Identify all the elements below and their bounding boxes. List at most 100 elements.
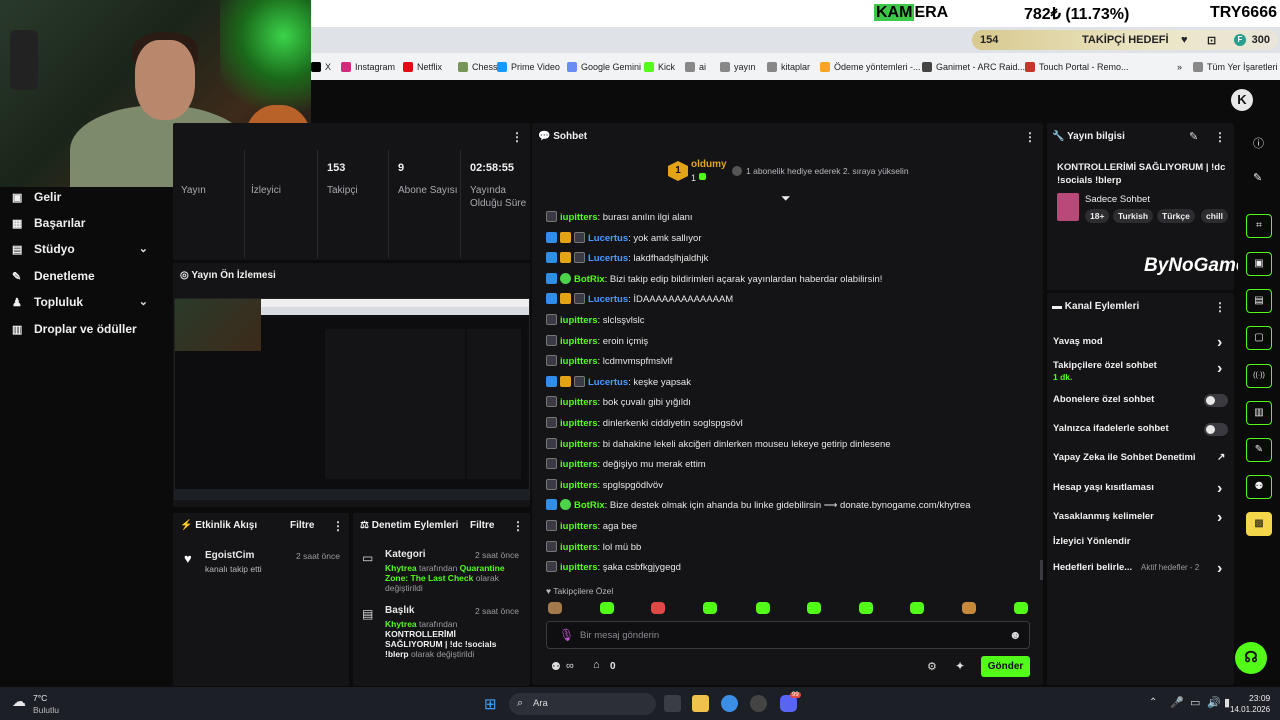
chat-username[interactable]: iupitters [560, 521, 597, 532]
channel-action-1[interactable]: Takipçilere özel sohbet [1053, 360, 1157, 371]
info-icon[interactable]: ⓘ [1253, 135, 1264, 151]
note-icon[interactable]: ▤ [1246, 289, 1272, 313]
chrome-icon[interactable] [721, 695, 738, 712]
chevron-up-icon[interactable]: ⌃ [1149, 697, 1157, 708]
community-icon[interactable]: ⚉ [1246, 475, 1272, 499]
volume-icon[interactable]: 🔊 [1207, 696, 1221, 709]
emote-icon[interactable] [910, 602, 924, 614]
bookmark-item[interactable]: » [1163, 62, 1182, 72]
task-view-icon[interactable] [664, 695, 681, 712]
activity-menu-icon[interactable]: ⋮ [332, 519, 344, 533]
emoji-icon[interactable]: ☻ [1009, 628, 1022, 642]
edit-pencil-icon[interactable]: ✎ [1189, 130, 1198, 143]
stream-tag[interactable]: Turkish [1113, 209, 1154, 223]
channel-actions-menu-icon[interactable]: ⋮ [1214, 300, 1226, 314]
clapper-icon[interactable]: ▩ [1246, 512, 1272, 536]
expand-pinned-icon[interactable]: ⏷ [781, 191, 791, 206]
chevron-down-icon[interactable]: ⌄ [139, 242, 148, 255]
chat-username[interactable]: iupitters [560, 315, 597, 326]
emote-icon[interactable] [600, 602, 614, 614]
bookmark-item[interactable]: Netflix [403, 62, 442, 72]
chat-username[interactable]: BotRix [574, 274, 605, 285]
modlog-actor[interactable]: Khytrea [385, 563, 417, 573]
clock-time[interactable]: 23:09 [1249, 693, 1270, 703]
bookmark-item[interactable]: Prime Video [497, 62, 560, 72]
channel-action-3[interactable]: Yalnızca ifadelerle sohbet [1053, 423, 1169, 434]
moderator-icon[interactable]: ✦ [955, 659, 965, 673]
modlog-menu-icon[interactable]: ⋮ [512, 519, 524, 533]
channel-action-2[interactable]: Abonelere özel sohbet [1053, 394, 1154, 405]
support-icon[interactable]: ☊ [1235, 642, 1267, 674]
activity-user[interactable]: EgoistCim [205, 550, 254, 561]
emote-icon[interactable] [807, 602, 821, 614]
emote-icon[interactable] [859, 602, 873, 614]
channel-action-0[interactable]: Yavaş mod [1053, 336, 1103, 347]
emote-icon[interactable] [962, 602, 976, 614]
file-explorer-icon[interactable] [692, 695, 709, 712]
chat-username[interactable]: iupitters [560, 336, 597, 347]
sidebar-item-3[interactable]: ✎ Denetleme [12, 269, 162, 283]
bookmark-item[interactable]: Instagram [341, 62, 395, 72]
chat-username[interactable]: iupitters [560, 459, 597, 470]
stream-tag[interactable]: 18+ [1085, 209, 1110, 223]
stream-tag[interactable]: chill [1201, 209, 1229, 223]
chat-username[interactable]: iupitters [560, 418, 597, 429]
chat-scrollbar[interactable] [1040, 560, 1043, 580]
bookmark-item[interactable]: Chess [458, 62, 498, 72]
external-link-icon[interactable]: ↗ [1217, 452, 1225, 463]
chat-input[interactable]: 🎙 Bir mesaj gönderin ☻ [546, 621, 1030, 649]
weather-icon[interactable]: ☁ [12, 693, 26, 710]
chat-username[interactable]: iupitters [560, 212, 597, 223]
bookmark-item[interactable]: X [311, 62, 331, 72]
broadcast-icon[interactable]: ((·)) [1246, 364, 1272, 388]
emote-icon[interactable] [548, 602, 562, 614]
toggle-switch[interactable] [1204, 423, 1228, 436]
chat-username[interactable]: iupitters [560, 439, 597, 450]
bookmark-item[interactable]: Google Gemini [567, 62, 641, 72]
chat-username[interactable]: iupitters [560, 562, 597, 573]
emote-icon[interactable] [703, 602, 717, 614]
settings-gear-icon[interactable]: ⚙ [927, 660, 937, 673]
modlog-actor[interactable]: Khytrea [385, 619, 417, 629]
layout-icon[interactable]: ▣ [1246, 252, 1272, 276]
chat-menu-icon[interactable]: ⋮ [1024, 130, 1036, 144]
chat-username[interactable]: Lucertus [588, 294, 628, 305]
sidebar-item-4[interactable]: ♟ Topluluk ⌄ [12, 295, 162, 309]
stream-info-menu-icon[interactable]: ⋮ [1214, 130, 1226, 144]
kick-logo-icon[interactable]: K [1231, 89, 1253, 111]
channel-action-7[interactable]: İzleyici Yönlendir [1053, 536, 1130, 547]
stream-tag[interactable]: Türkçe [1157, 209, 1195, 223]
chat-username[interactable]: iupitters [560, 480, 597, 491]
channel-action-5[interactable]: Hesap yaşı kısıtlaması [1053, 482, 1154, 493]
chat-username[interactable]: Lucertus [588, 233, 628, 244]
toggle-switch[interactable] [1204, 394, 1228, 407]
channel-action-4[interactable]: Yapay Zeka ile Sohbet Denetimi [1053, 452, 1196, 463]
category-name[interactable]: Sadece Sohbet [1085, 194, 1150, 205]
chevron-right-icon[interactable]: › [1217, 360, 1222, 378]
emote-icon[interactable] [1014, 602, 1028, 614]
chat-username[interactable]: iupitters [560, 397, 597, 408]
sidebar-item-2[interactable]: ▤ Stüdyo ⌄ [12, 242, 162, 256]
chat-username[interactable]: iupitters [560, 542, 597, 553]
bookmark-item[interactable]: kitaplar [767, 62, 810, 72]
bookmark-item[interactable]: ai [685, 62, 706, 72]
display-icon[interactable]: ▭ [1190, 696, 1200, 709]
chevron-right-icon[interactable]: › [1217, 560, 1222, 578]
steam-icon[interactable] [750, 695, 767, 712]
server-icon[interactable]: ▥ [1246, 401, 1272, 425]
pen-icon[interactable]: ✎ [1253, 171, 1262, 184]
emote-icon[interactable] [651, 602, 665, 614]
sidebar-item-5[interactable]: ▥ Droplar ve ödüller [12, 322, 162, 336]
sidebar-item-1[interactable]: ▦ Başarılar [12, 216, 162, 230]
crop-icon[interactable]: ⌗ [1246, 214, 1272, 238]
microphone-icon[interactable]: 🎙 [559, 628, 574, 642]
bookmark-item[interactable]: Tüm Yer İşaretleri [1193, 62, 1278, 72]
taskbar-search[interactable]: ⌕ Ara [509, 693, 656, 715]
bookmark-item[interactable]: Ganimet - ARC Raid... [922, 62, 1025, 72]
chat-icon[interactable]: ▢ [1246, 326, 1272, 350]
channel-action-8[interactable]: Hedefleri belirle... [1053, 562, 1132, 573]
pinned-user[interactable]: oldumy [691, 159, 727, 170]
windows-start-icon[interactable]: ⊞ [484, 695, 497, 713]
channel-action-6[interactable]: Yasaklanmış kelimeler [1053, 511, 1154, 522]
activity-filter-button[interactable]: Filtre [290, 520, 314, 531]
